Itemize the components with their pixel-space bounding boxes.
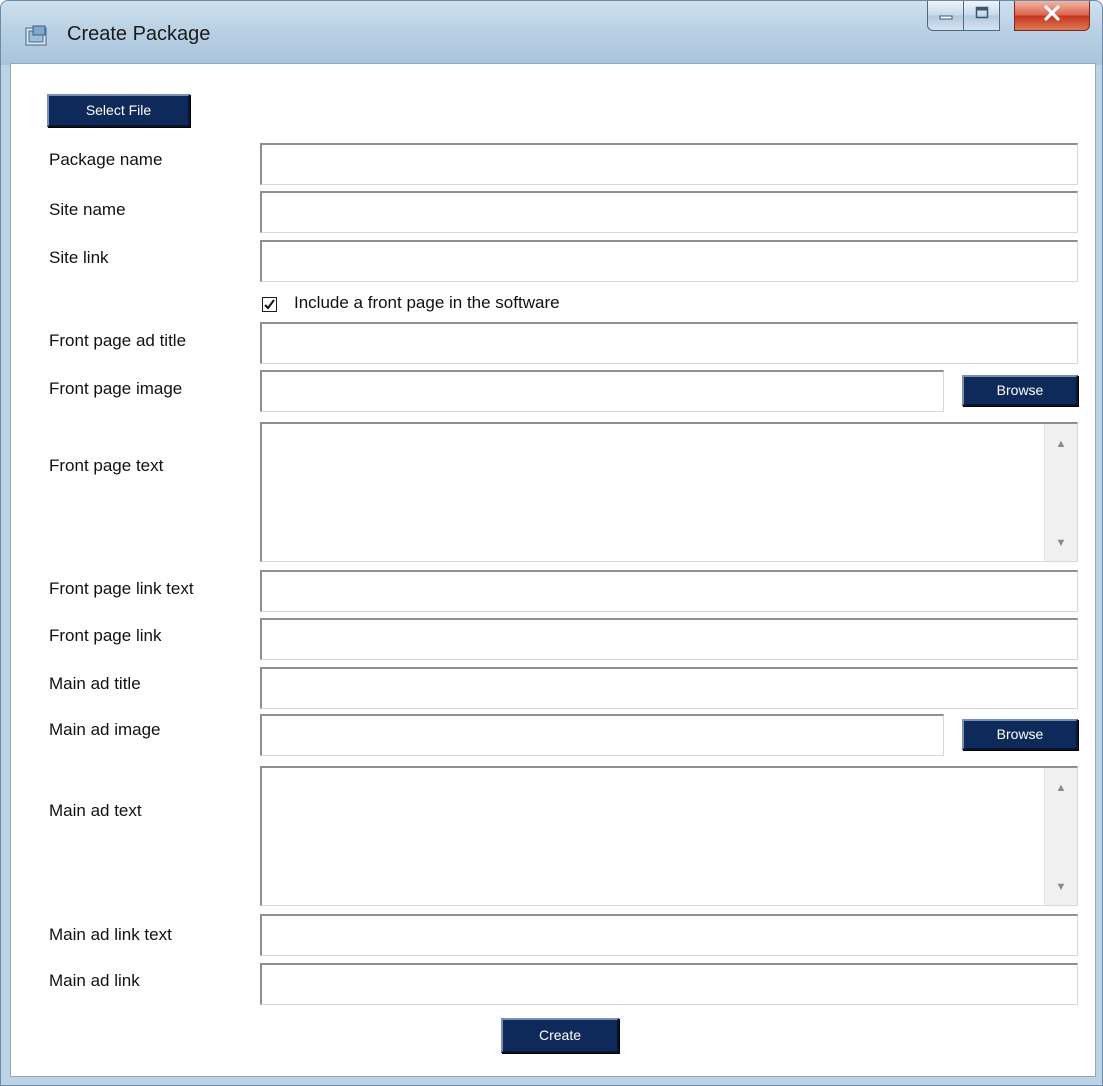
close-icon [1043, 5, 1061, 26]
checkmark-icon [264, 299, 275, 310]
include-front-page-label[interactable]: Include a front page in the software [294, 293, 560, 313]
front-text-label: Front page text [49, 456, 164, 475]
maximize-button[interactable] [963, 1, 1000, 31]
front-text-scrollbar[interactable]: ▲ ▼ [1044, 424, 1077, 561]
front-link-text-label: Front page link text [49, 579, 194, 598]
main-link-input[interactable] [260, 963, 1078, 1005]
main-link-label: Main ad link [49, 971, 140, 990]
title-bar[interactable]: Create Package [1, 1, 1102, 63]
site-name-label: Site name [49, 200, 126, 219]
create-button[interactable]: Create [501, 1018, 619, 1053]
main-link-text-input[interactable] [260, 914, 1078, 956]
maximize-icon [975, 6, 989, 25]
front-image-input[interactable] [260, 370, 944, 412]
include-front-page-checkbox[interactable] [262, 297, 277, 312]
main-image-browse-button[interactable]: Browse [962, 719, 1078, 750]
select-file-button[interactable]: Select File [47, 94, 190, 127]
main-text-area[interactable]: ▲ ▼ [260, 766, 1078, 906]
close-button[interactable] [1014, 1, 1090, 31]
front-link-text-input[interactable] [260, 570, 1078, 612]
main-link-text-label: Main ad link text [49, 925, 172, 944]
front-ad-title-label: Front page ad title [49, 331, 187, 350]
main-ad-title-input[interactable] [260, 667, 1078, 709]
front-text-area[interactable]: ▲ ▼ [260, 422, 1078, 562]
front-image-label: Front page image [49, 379, 183, 398]
main-image-input[interactable] [260, 714, 944, 756]
package-icon [25, 25, 49, 47]
scroll-down-icon[interactable]: ▼ [1045, 877, 1077, 897]
main-image-label: Main ad image [49, 720, 161, 739]
front-link-input[interactable] [260, 618, 1078, 660]
site-link-label: Site link [49, 248, 109, 267]
minimize-button[interactable] [927, 1, 964, 31]
site-name-input[interactable] [260, 191, 1078, 233]
scroll-up-icon[interactable]: ▲ [1045, 434, 1077, 454]
main-text-label: Main ad text [49, 801, 142, 820]
form-panel: Select File Package name Site name Site … [10, 63, 1096, 1077]
site-link-input[interactable] [260, 240, 1078, 282]
create-package-window: Create Package Select File Package name … [0, 0, 1103, 1086]
package-name-input[interactable] [260, 143, 1078, 185]
scroll-down-icon[interactable]: ▼ [1045, 533, 1077, 553]
front-link-label: Front page link [49, 626, 162, 645]
package-name-label: Package name [49, 150, 163, 169]
front-ad-title-input[interactable] [260, 322, 1078, 364]
minimize-icon [939, 7, 953, 25]
window-title: Create Package [67, 23, 211, 45]
scroll-up-icon[interactable]: ▲ [1045, 778, 1077, 798]
main-text-scrollbar[interactable]: ▲ ▼ [1044, 768, 1077, 905]
main-ad-title-label: Main ad title [49, 674, 141, 693]
front-image-browse-button[interactable]: Browse [962, 375, 1078, 406]
